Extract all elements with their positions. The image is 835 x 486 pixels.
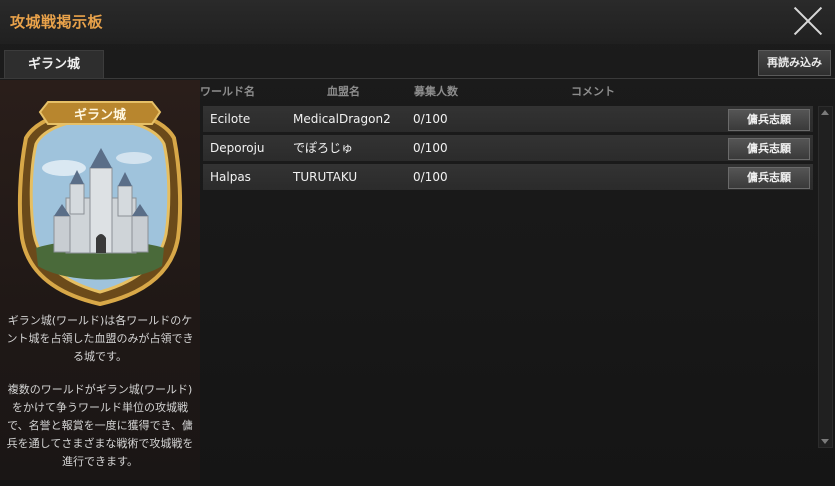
table-row: Ecilote MedicalDragon2 0/100 傭兵志願 — [203, 106, 813, 132]
table-header: ワールド名 血盟名 募集人数 コメント — [200, 83, 820, 99]
apply-mercenary-button[interactable]: 傭兵志願 — [728, 167, 810, 189]
apply-mercenary-button[interactable]: 傭兵志願 — [728, 138, 810, 160]
column-header-count: 募集人数 — [414, 85, 458, 98]
window-title: 攻城戦掲示板 — [10, 13, 104, 31]
world-cell: Halpas — [210, 170, 251, 184]
scroll-down-icon[interactable] — [821, 439, 829, 444]
world-cell: Ecilote — [210, 112, 251, 126]
guild-cell: MedicalDragon2 — [293, 112, 391, 126]
column-header-comment: コメント — [571, 85, 615, 98]
emblem-banner-label: ギラン城 — [73, 108, 126, 123]
guild-cell: でぽろじゅ — [293, 141, 354, 155]
title-bar: 攻城戦掲示板 — [0, 0, 835, 44]
castle-siege-board-window: 攻城戦掲示板 ギラン城 再読み込み ギラン城 ギラン城(ワールド)は各ワールドの… — [0, 0, 835, 480]
recruitment-list: Ecilote MedicalDragon2 0/100 傭兵志願 Deporo… — [203, 106, 813, 193]
description-paragraph: ギラン城(ワールド)は各ワールドのケント城を占領した血盟のみが占領できる城です。 — [6, 314, 194, 363]
list-scrollbar[interactable] — [818, 106, 833, 448]
tab-giran-castle[interactable]: ギラン城 — [4, 50, 104, 79]
table-row: Halpas TURUTAKU 0/100 傭兵志願 — [203, 164, 813, 190]
castle-emblem — [17, 101, 183, 307]
reload-button[interactable]: 再読み込み — [758, 50, 831, 76]
table-row: Deporoju でぽろじゅ 0/100 傭兵志願 — [203, 135, 813, 161]
count-cell: 0/100 — [413, 170, 448, 184]
world-cell: Deporoju — [210, 141, 265, 155]
column-header-world: ワールド名 — [200, 85, 255, 98]
count-cell: 0/100 — [413, 141, 448, 155]
castle-info-panel: ギラン城 ギラン城(ワールド)は各ワールドのケント城を占領した血盟のみが占領でき… — [0, 80, 200, 480]
tab-divider — [0, 78, 835, 79]
guild-cell: TURUTAKU — [293, 170, 358, 184]
close-icon[interactable] — [793, 6, 823, 36]
count-cell: 0/100 — [413, 112, 448, 126]
description-paragraph: 複数のワールドがギラン城(ワールド)をかけて争うワールド単位の攻城戦で、名誉と報… — [6, 383, 194, 468]
castle-description: ギラン城(ワールド)は各ワールドのケント城を占領した血盟のみが占領できる城です。… — [6, 312, 194, 486]
column-header-guild: 血盟名 — [327, 85, 360, 98]
apply-mercenary-button[interactable]: 傭兵志願 — [728, 109, 810, 131]
scroll-up-icon[interactable] — [821, 110, 829, 115]
